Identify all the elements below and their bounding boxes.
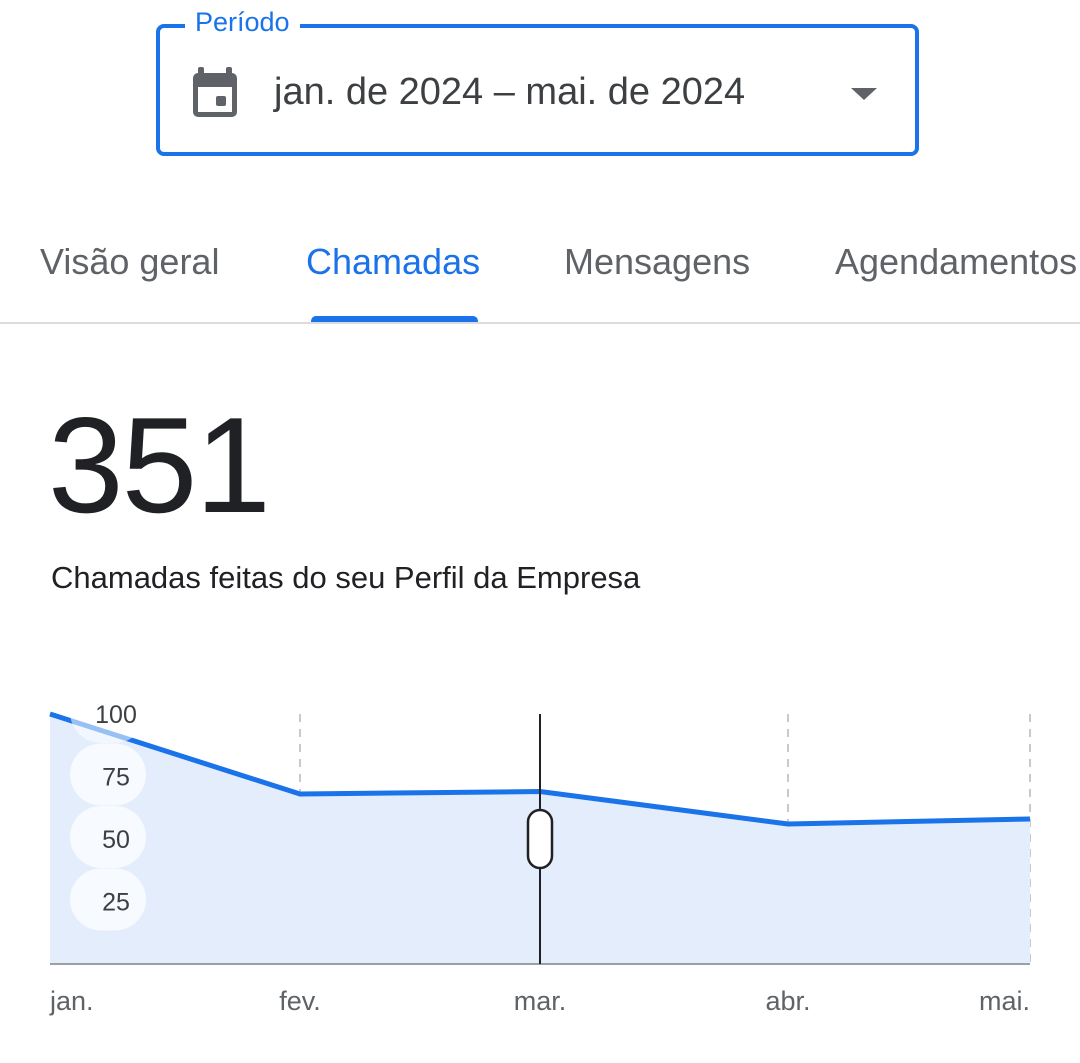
period-value[interactable]: jan. de 2024 – mai. de 2024	[274, 66, 745, 118]
cursor-handle[interactable]	[526, 808, 554, 870]
calls-chart-svg[interactable]: 100 75 50 25 jan. fev. mar. abr. mai.	[0, 660, 1080, 1063]
period-label: Período	[185, 5, 300, 39]
tabs-divider	[0, 322, 1080, 324]
total-calls-value: 351	[48, 389, 271, 541]
dropdown-arrow-icon[interactable]	[846, 82, 882, 104]
tab-bar: Visão geral Chamadas Mensagens Agendamen…	[0, 200, 1080, 324]
svg-text:25: 25	[102, 889, 130, 917]
x-tick-label: abr.	[765, 986, 810, 1016]
x-tick-label: mai.	[979, 986, 1030, 1016]
x-tick-label: fev.	[279, 986, 321, 1016]
y-tick-100: 100	[70, 681, 146, 743]
total-calls-caption: Chamadas feitas do seu Perfil da Empresa	[51, 560, 641, 595]
calls-chart[interactable]: 100 75 50 25 jan. fev. mar. abr. mai.	[0, 660, 1080, 1063]
tab-bookings[interactable]: Agendamentos	[835, 238, 1077, 286]
x-tick-label: mar.	[514, 986, 567, 1016]
svg-text:75: 75	[102, 764, 130, 792]
tab-messages[interactable]: Mensagens	[564, 238, 750, 286]
calendar-icon	[193, 67, 237, 117]
y-tick-25: 25	[70, 868, 146, 931]
x-axis-ticks: jan. fev. mar. abr. mai.	[49, 986, 1030, 1016]
tab-calls[interactable]: Chamadas	[306, 238, 480, 286]
y-tick-75: 75	[70, 743, 146, 806]
x-tick-label: jan.	[49, 986, 94, 1016]
svg-text:50: 50	[102, 826, 130, 854]
svg-text:100: 100	[95, 701, 137, 729]
y-tick-50: 50	[70, 806, 146, 868]
tab-overview[interactable]: Visão geral	[40, 238, 219, 286]
